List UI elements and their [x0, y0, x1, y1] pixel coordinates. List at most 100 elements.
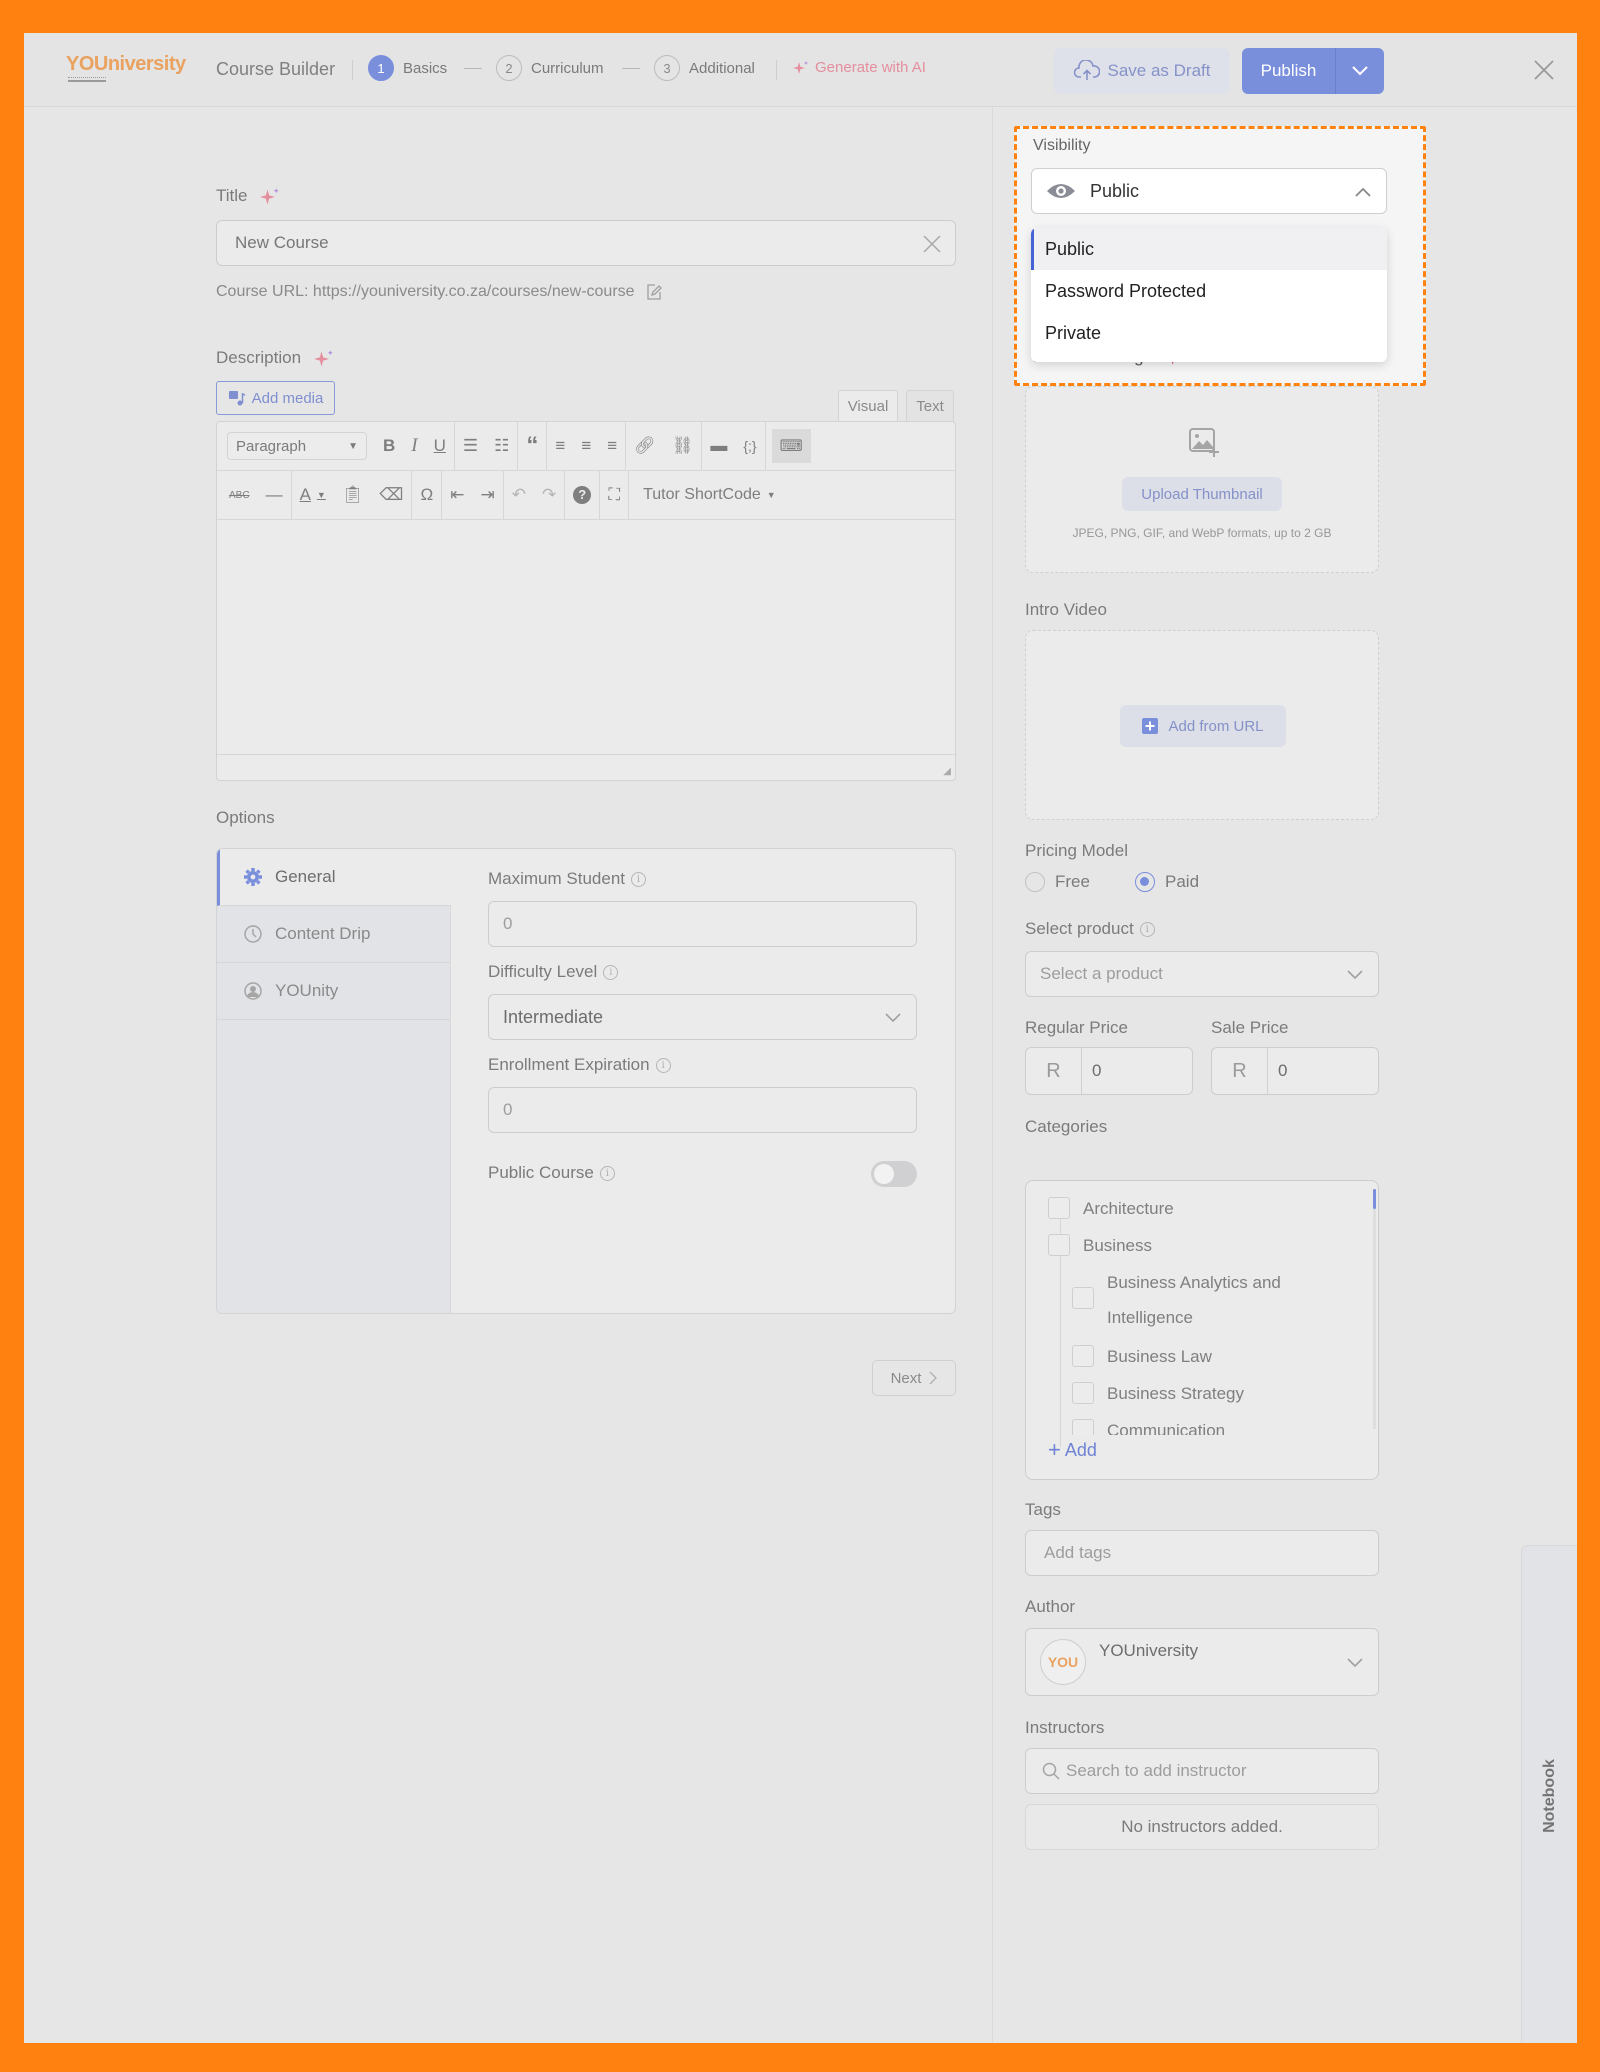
text-color-icon[interactable]: A ▼	[292, 471, 334, 519]
category-item[interactable]: Communication	[1072, 1413, 1225, 1435]
publish-options-button[interactable]	[1336, 48, 1384, 94]
step-connector	[622, 68, 640, 69]
category-item[interactable]: Business Strategy	[1072, 1376, 1244, 1411]
close-button[interactable]	[1529, 55, 1559, 85]
notebook-tab[interactable]: Notebook	[1521, 1545, 1577, 2043]
visibility-section: Visibility Featured Image Public Public …	[1014, 126, 1426, 386]
add-category-button[interactable]: + Add	[1048, 1437, 1097, 1463]
align-center-icon[interactable]: ≡	[573, 422, 599, 470]
numbered-list-icon[interactable]: ☷	[486, 422, 517, 470]
help-icon[interactable]: ?	[565, 471, 599, 519]
tutor-shortcode-select[interactable]: Tutor ShortCode ▼	[629, 471, 784, 519]
indent-icon[interactable]: ⇥	[472, 471, 502, 519]
step-additional[interactable]: 3 Additional	[654, 55, 755, 81]
checkbox[interactable]	[1072, 1382, 1094, 1404]
checkbox[interactable]	[1048, 1197, 1070, 1219]
step-label: Additional	[689, 59, 755, 77]
step-basics[interactable]: 1 Basics	[368, 55, 447, 81]
visibility-option-private[interactable]: Private	[1031, 312, 1387, 354]
course-builder-app: YOUniversity Course Builder 1 Basics 2 C…	[24, 33, 1577, 2043]
category-item[interactable]: Architecture	[1048, 1191, 1174, 1226]
fullscreen-icon[interactable]: ⛶	[600, 471, 628, 519]
publish-button-group: Publish	[1242, 48, 1384, 94]
code-icon[interactable]: {;}	[735, 422, 764, 470]
tab-younity[interactable]: YOUnity	[217, 963, 451, 1020]
sale-price-input[interactable]: R0	[1211, 1047, 1379, 1095]
strikethrough-icon[interactable]: ABC	[217, 471, 258, 519]
save-as-draft-button[interactable]: Save as Draft	[1054, 48, 1230, 94]
featured-image-dropzone[interactable]: Upload Thumbnail JPEG, PNG, GIF, and Web…	[1025, 386, 1379, 573]
toolbar-toggle-icon[interactable]: ⌨︎	[771, 429, 811, 463]
scrollbar-thumb[interactable]	[1373, 1189, 1376, 1209]
category-item[interactable]: Business	[1048, 1228, 1152, 1263]
next-button[interactable]: Next	[872, 1360, 956, 1396]
info-icon[interactable]: i	[603, 965, 619, 981]
checkbox[interactable]	[1072, 1345, 1094, 1367]
tab-visual[interactable]: Visual	[838, 390, 898, 421]
category-item[interactable]: Business Law	[1072, 1339, 1212, 1374]
tab-general[interactable]: General	[217, 849, 451, 906]
paragraph-select[interactable]: Paragraph ▼	[227, 432, 367, 460]
paste-text-icon[interactable]: 📋︎	[334, 471, 372, 519]
instructor-search-input[interactable]: Search to add instructor	[1025, 1748, 1379, 1794]
info-icon[interactable]: i	[599, 1166, 615, 1182]
info-icon[interactable]: i	[1139, 922, 1155, 938]
tab-content-drip[interactable]: Content Drip	[217, 906, 451, 963]
redo-icon[interactable]: ↷	[534, 471, 564, 519]
tags-input[interactable]: Add tags	[1025, 1530, 1379, 1576]
align-right-icon[interactable]: ≡	[599, 422, 625, 470]
tab-text[interactable]: Text	[906, 390, 954, 421]
difficulty-select[interactable]: Intermediate	[488, 994, 917, 1040]
select-product-dropdown[interactable]: Select a product	[1025, 951, 1379, 997]
special-char-icon[interactable]: Ω	[412, 471, 441, 519]
clear-icon[interactable]	[923, 235, 941, 253]
checkbox[interactable]	[1048, 1234, 1070, 1256]
category-item[interactable]: Business Analytics and Intelligence	[1072, 1265, 1332, 1335]
add-media-button[interactable]: Add media	[216, 381, 335, 415]
editor-content-area[interactable]	[217, 520, 955, 754]
info-icon[interactable]: i	[655, 1058, 671, 1074]
resize-handle-icon[interactable]: ◢	[943, 766, 951, 777]
enrollment-input[interactable]: 0	[488, 1087, 917, 1133]
undo-icon[interactable]: ↶	[504, 471, 534, 519]
visibility-option-password-protected[interactable]: Password Protected	[1031, 270, 1387, 312]
publish-button[interactable]: Publish	[1242, 48, 1336, 94]
logo-book-icon	[68, 77, 106, 82]
chevron-down-icon	[1347, 1658, 1363, 1668]
checkbox[interactable]	[1072, 1419, 1094, 1435]
pricing-free-radio[interactable]: Free	[1025, 872, 1090, 892]
visibility-option-public[interactable]: Public	[1031, 228, 1387, 270]
visibility-select[interactable]: Public	[1031, 168, 1387, 214]
info-icon[interactable]: i	[631, 872, 646, 888]
step-number: 3	[654, 55, 680, 81]
scrollbar-track[interactable]	[1373, 1189, 1376, 1429]
visibility-value: Public	[1090, 180, 1140, 201]
read-more-icon[interactable]: ▬	[702, 422, 735, 470]
step-curriculum[interactable]: 2 Curriculum	[496, 55, 604, 81]
link-icon[interactable]: 🔗︎	[626, 422, 664, 470]
align-left-icon[interactable]: ≡	[547, 422, 573, 470]
checkbox[interactable]	[1072, 1287, 1094, 1309]
edit-icon[interactable]	[645, 283, 663, 301]
generate-with-ai-button[interactable]: Generate with AI	[793, 59, 926, 76]
upload-thumbnail-button[interactable]: Upload Thumbnail	[1122, 477, 1282, 511]
bullet-list-icon[interactable]: ☰	[455, 422, 486, 470]
italic-icon[interactable]: I	[403, 422, 425, 470]
outdent-icon[interactable]: ⇤	[442, 471, 472, 519]
underline-icon[interactable]: U	[426, 422, 454, 470]
bold-icon[interactable]: B	[367, 422, 403, 470]
clear-formatting-icon[interactable]: ⌫	[371, 471, 411, 519]
ai-sparkle-icon[interactable]	[260, 187, 280, 207]
pricing-paid-radio[interactable]: Paid	[1135, 872, 1199, 892]
horizontal-line-icon[interactable]: —	[258, 471, 291, 519]
max-student-input[interactable]: 0	[488, 901, 917, 947]
ai-sparkle-icon[interactable]	[313, 349, 334, 369]
author-select[interactable]: YOU YOUniversity	[1025, 1628, 1379, 1696]
close-icon	[1534, 60, 1554, 80]
public-course-toggle[interactable]	[871, 1161, 917, 1187]
title-input[interactable]: New Course	[216, 220, 956, 266]
regular-price-input[interactable]: R0	[1025, 1047, 1193, 1095]
blockquote-icon[interactable]: “	[518, 422, 546, 470]
add-from-url-button[interactable]: Add from URL	[1120, 705, 1286, 747]
unlink-icon[interactable]: ⛓︎	[664, 422, 702, 470]
